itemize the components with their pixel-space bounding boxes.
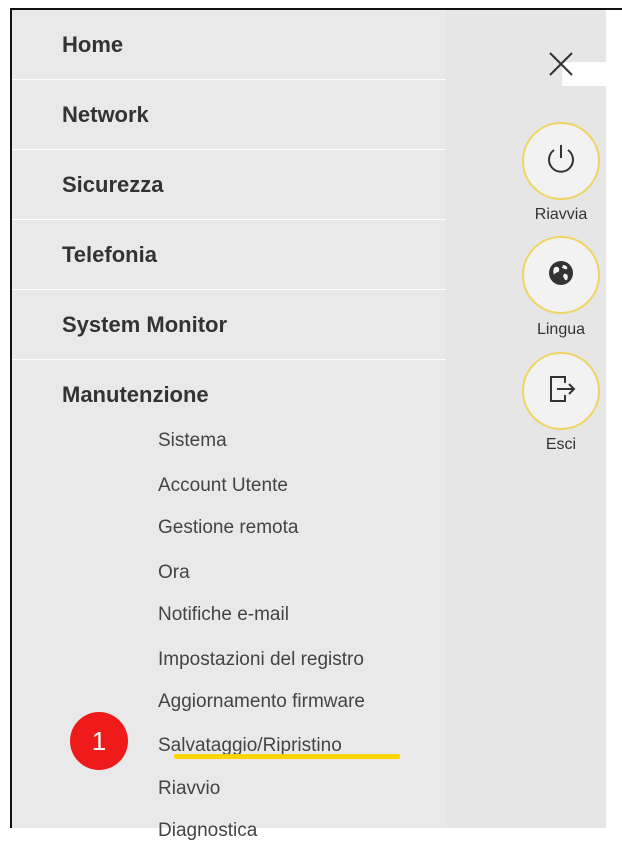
submenu-item-aggiornamento-firmware[interactable]: Aggiornamento firmware — [158, 691, 365, 713]
menu-item-system-monitor[interactable]: System Monitor — [12, 290, 446, 360]
menu-item-label: Network — [62, 102, 149, 127]
menu-item-network[interactable]: Network — [12, 80, 446, 150]
submenu-item-diagnostica[interactable]: Diagnostica — [158, 820, 257, 842]
right-edge-strip — [606, 10, 622, 828]
submenu-item-account-utente[interactable]: Account Utente — [158, 475, 288, 497]
submenu-item-impostazioni-registro[interactable]: Impostazioni del registro — [158, 649, 364, 671]
power-icon — [543, 141, 579, 182]
submenu-item-riavvio[interactable]: Riavvio — [158, 778, 220, 800]
navigation-menu: Home Network Sicurezza Telefonia System … — [12, 10, 446, 841]
menu-item-label: Sicurezza — [62, 172, 164, 197]
menu-item-label: System Monitor — [62, 312, 228, 337]
restart-label: Riavvia — [534, 206, 588, 223]
menu-item-label: Telefonia — [62, 242, 157, 267]
submenu-item-gestione-remota[interactable]: Gestione remota — [158, 517, 298, 539]
logout-button[interactable] — [522, 352, 600, 430]
step-badge: 1 — [70, 712, 128, 770]
menu-item-home[interactable]: Home — [12, 10, 446, 80]
menu-item-telefonia[interactable]: Telefonia — [12, 220, 446, 290]
language-button[interactable] — [522, 236, 600, 314]
restart-button[interactable] — [522, 122, 600, 200]
logout-label: Esci — [545, 436, 577, 453]
close-icon[interactable] — [548, 51, 574, 77]
logout-icon — [543, 371, 579, 412]
submenu-item-sistema[interactable]: Sistema — [158, 430, 227, 452]
globe-icon — [547, 259, 575, 292]
language-label: Lingua — [536, 321, 586, 338]
submenu-item-ora[interactable]: Ora — [158, 562, 190, 584]
menu-item-manutenzione[interactable]: Manutenzione — [12, 360, 446, 430]
menu-item-sicurezza[interactable]: Sicurezza — [12, 150, 446, 220]
highlight-underline — [174, 754, 400, 759]
menu-item-label: Manutenzione — [62, 382, 209, 407]
submenu-item-notifiche-email[interactable]: Notifiche e-mail — [158, 604, 289, 626]
menu-item-label: Home — [62, 32, 124, 57]
